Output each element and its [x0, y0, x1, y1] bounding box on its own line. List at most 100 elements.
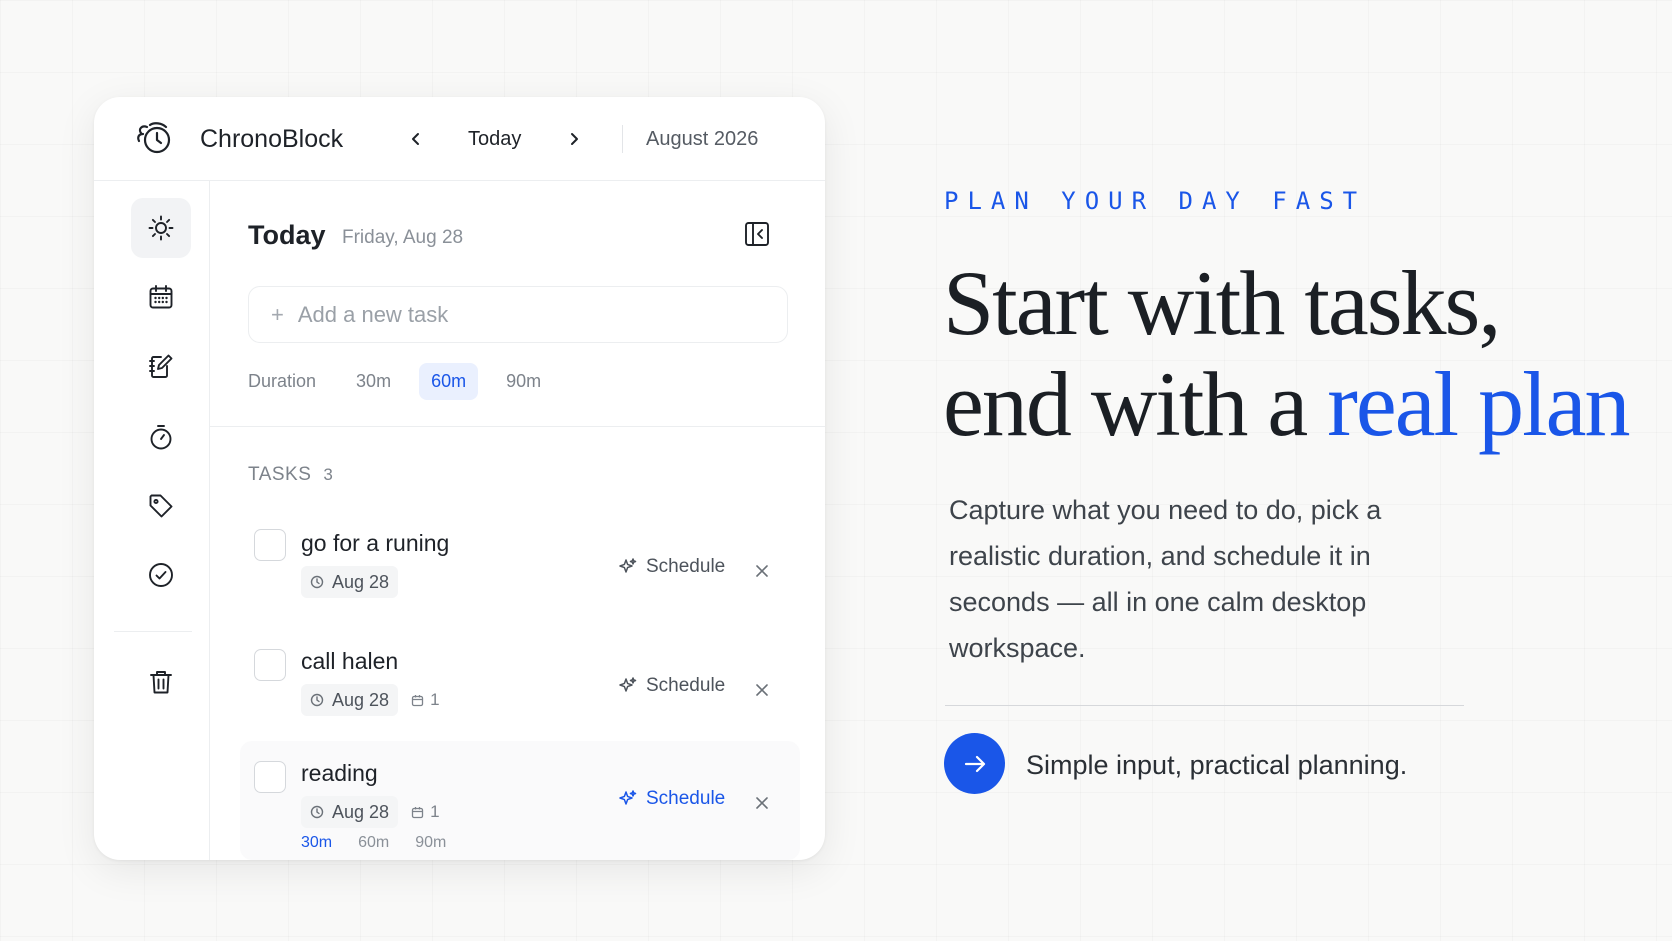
duration-option-60m[interactable]: 60m — [419, 362, 479, 400]
schedule-button[interactable]: Schedule — [618, 675, 725, 697]
task-duration-selector: 30m 60m 90m — [301, 834, 472, 852]
logo-icon — [137, 122, 171, 154]
schedule-label: Schedule — [646, 675, 726, 696]
plus-icon: + — [271, 301, 284, 327]
task-title: reading — [301, 760, 378, 786]
collapse-panel-icon[interactable] — [742, 219, 772, 249]
next-day-button[interactable] — [560, 125, 588, 153]
trash-icon — [150, 671, 172, 694]
task-item[interactable]: go for a runing Aug 28 Schedule — [240, 509, 800, 617]
notes-icon — [149, 354, 173, 378]
task-date-chip[interactable]: Aug 28 — [301, 566, 399, 598]
task-blocks-count: 1 — [430, 690, 440, 709]
content-divider — [945, 705, 1464, 706]
task-date-chip[interactable]: Aug 28 — [301, 796, 399, 828]
sparkle-icon — [619, 558, 637, 573]
delete-task-button[interactable] — [750, 559, 774, 583]
month-picker[interactable]: August 2026 — [646, 128, 758, 151]
tasks-count: 3 — [323, 465, 333, 484]
task-date: Aug 28 — [332, 689, 390, 710]
task-date: Aug 28 — [332, 571, 390, 592]
headline-line-2: end with a real plan — [943, 354, 1643, 455]
clock-icon — [310, 575, 324, 589]
eyebrow-text: PLAN YOUR DAY FAST — [944, 187, 1367, 215]
headline-line-1: Start with tasks, — [943, 252, 1501, 354]
body-text: Capture what you need to do, pick a real… — [949, 495, 1382, 663]
close-icon — [756, 684, 768, 696]
task-duration-90m[interactable]: 90m — [415, 834, 446, 852]
previous-day-button[interactable] — [402, 125, 430, 153]
task-title: call halen — [301, 648, 399, 674]
task-duration-30m[interactable]: 30m — [301, 834, 332, 852]
sidebar-item-trash[interactable] — [131, 652, 191, 712]
main-panel: Today Friday, Aug 28 + Duration 30m 60m … — [210, 181, 825, 860]
sidebar-item-tags[interactable] — [131, 476, 191, 536]
task-checkbox[interactable] — [254, 649, 286, 681]
task-meta: Aug 28 — [301, 566, 399, 598]
chevron-right-icon — [571, 133, 578, 145]
delete-task-button[interactable] — [750, 791, 774, 815]
sidebar-item-timer[interactable] — [131, 407, 191, 467]
headline-line-2-prefix: end with a — [943, 353, 1328, 455]
task-item[interactable]: reading Aug 28 1 Schedule 30m 60m 90m — [240, 741, 800, 860]
page-date: Friday, Aug 28 — [342, 227, 464, 248]
title-bar: ChronoBlock Today August 2026 — [94, 97, 825, 181]
add-task-input[interactable] — [297, 301, 758, 328]
tag-icon — [149, 494, 173, 518]
calendar-icon — [149, 285, 173, 309]
task-blocks-count: 1 — [430, 802, 440, 821]
task-meta: Aug 28 1 — [301, 796, 440, 828]
sidebar-item-today[interactable] — [131, 198, 191, 258]
task-checkbox[interactable] — [254, 761, 286, 793]
page-title: Today — [248, 220, 326, 250]
task-blocks-chip: 1 — [411, 690, 440, 710]
delete-task-button[interactable] — [750, 678, 774, 702]
duration-option-30m[interactable]: 30m — [344, 363, 403, 400]
task-date-chip[interactable]: Aug 28 — [301, 684, 399, 716]
app-name: ChronoBlock — [200, 125, 344, 153]
task-date: Aug 28 — [332, 801, 390, 822]
section-divider — [210, 426, 825, 427]
task-checkbox[interactable] — [254, 529, 286, 561]
calendar-small-icon — [411, 694, 424, 706]
duration-label: Duration — [248, 370, 317, 391]
tasks-header-label: TASKS — [248, 464, 312, 485]
check-circle-icon — [149, 563, 173, 587]
task-item[interactable]: call halen Aug 28 1 Schedule — [240, 629, 800, 739]
headline-accent: real plan — [1327, 353, 1630, 455]
chevron-left-icon — [412, 133, 419, 145]
cta-button[interactable] — [944, 733, 1005, 794]
clock-icon — [310, 693, 324, 707]
close-icon — [756, 797, 768, 809]
nav-divider — [622, 125, 623, 153]
sidebar-item-notes[interactable] — [131, 336, 191, 396]
sparkle-icon — [619, 790, 637, 805]
sun-icon — [148, 215, 174, 241]
tasks-header: TASKS 3 — [248, 464, 333, 486]
sparkle-icon — [619, 677, 637, 692]
task-blocks-chip: 1 — [411, 802, 440, 822]
schedule-label: Schedule — [646, 788, 726, 809]
clock-icon — [310, 805, 324, 819]
task-meta: Aug 28 1 — [301, 684, 440, 716]
sidebar-divider — [114, 631, 192, 632]
task-title: go for a runing — [301, 530, 450, 556]
today-button[interactable]: Today — [468, 128, 521, 151]
timer-icon — [150, 425, 172, 450]
duration-selector: Duration 30m 60m 90m — [248, 361, 569, 401]
sidebar-item-calendar[interactable] — [131, 267, 191, 327]
add-task-field[interactable]: + — [248, 286, 788, 343]
calendar-small-icon — [411, 806, 424, 818]
app-window: ChronoBlock Today August 2026 Today Frid… — [94, 97, 825, 860]
cta-text: Simple input, practical planning. — [1026, 750, 1408, 780]
schedule-button[interactable]: Schedule — [618, 788, 725, 810]
close-icon — [756, 565, 768, 577]
sidebar-item-completed[interactable] — [131, 545, 191, 605]
arrow-right-icon — [964, 755, 985, 772]
task-duration-60m[interactable]: 60m — [358, 834, 389, 852]
sidebar — [94, 181, 210, 860]
duration-option-90m[interactable]: 90m — [494, 363, 553, 400]
schedule-label: Schedule — [646, 556, 726, 577]
schedule-button[interactable]: Schedule — [618, 556, 725, 578]
headline: Start with tasks, end with a real plan — [943, 253, 1643, 455]
